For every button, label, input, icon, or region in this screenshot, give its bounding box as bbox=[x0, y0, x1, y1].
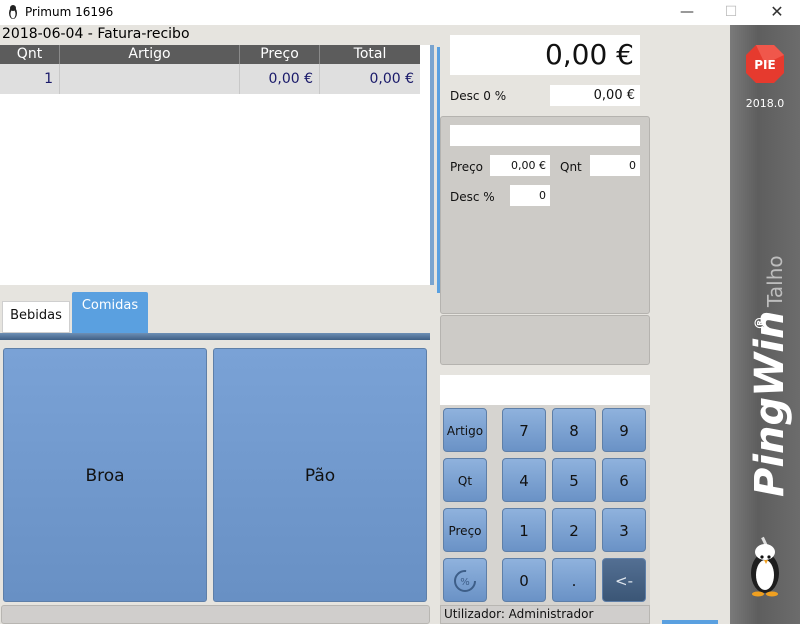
maximize-icon: ☐ bbox=[724, 4, 738, 20]
key-2[interactable]: 2 bbox=[552, 508, 596, 552]
preco-field[interactable]: 0,00 € bbox=[490, 155, 550, 176]
key-5[interactable]: 5 bbox=[552, 458, 596, 502]
minimize-button[interactable]: — bbox=[664, 0, 710, 25]
cell-artigo bbox=[60, 64, 240, 94]
key-7[interactable]: 7 bbox=[502, 408, 546, 452]
brand-registered-mark: ® bbox=[753, 316, 769, 330]
key-4[interactable]: 4 bbox=[502, 458, 546, 502]
key-dot[interactable]: . bbox=[552, 558, 596, 602]
numeric-keypad: Artigo 7 8 9 Qt 4 5 6 Preço 1 2 3 % 0 . … bbox=[440, 405, 650, 605]
key-backspace[interactable]: <- bbox=[602, 558, 646, 602]
product-button-pao[interactable]: Pão bbox=[213, 348, 427, 602]
minimize-icon: — bbox=[680, 4, 694, 20]
key-1[interactable]: 1 bbox=[502, 508, 546, 552]
close-button[interactable]: ✕ bbox=[754, 0, 800, 25]
window-titlebar: Primum 16196 — ☐ ✕ bbox=[0, 0, 800, 25]
info-panel bbox=[440, 315, 650, 365]
table-row[interactable]: 1 0,00 € 0,00 € bbox=[0, 64, 420, 94]
svg-text:%: % bbox=[460, 577, 470, 588]
column-header-total[interactable]: Total bbox=[320, 45, 420, 64]
key-preco[interactable]: Preço bbox=[443, 508, 487, 552]
tab-comidas[interactable]: Comidas bbox=[72, 292, 148, 334]
keypad-input-field[interactable] bbox=[440, 375, 650, 405]
tab-bebidas[interactable]: Bebidas bbox=[2, 301, 70, 333]
discount-value: 0,00 € bbox=[550, 85, 640, 106]
table-header: Qnt Artigo Preço Total bbox=[0, 45, 420, 64]
desc-percent-field[interactable]: 0 bbox=[510, 185, 550, 206]
brand-sidebar: PIE 2018.0 PingWin ® Talho bbox=[730, 25, 800, 624]
key-6[interactable]: 6 bbox=[602, 458, 646, 502]
product-grid: Broa Pão bbox=[0, 342, 430, 604]
item-description-field[interactable] bbox=[450, 125, 640, 146]
items-table[interactable]: Qnt Artigo Preço Total 1 0,00 € 0,00 € bbox=[0, 45, 430, 285]
table-scrollbar[interactable] bbox=[430, 45, 434, 285]
key-3[interactable]: 3 bbox=[602, 508, 646, 552]
status-user: Utilizador: Administrador bbox=[440, 605, 650, 624]
qnt-label: Qnt bbox=[560, 160, 582, 174]
qnt-field[interactable]: 0 bbox=[590, 155, 640, 176]
window-title: Primum 16196 bbox=[25, 5, 114, 19]
cell-qnt: 1 bbox=[0, 64, 60, 94]
tab-underline-bar bbox=[0, 333, 430, 340]
discount-percent-icon: % bbox=[454, 570, 476, 592]
maximize-button[interactable]: ☐ bbox=[708, 0, 754, 25]
desc-percent-label: Desc % bbox=[450, 190, 495, 204]
key-0[interactable]: 0 bbox=[502, 558, 546, 602]
brand-edition: Talho bbox=[763, 255, 787, 308]
bottom-accent bbox=[662, 620, 718, 624]
product-button-broa[interactable]: Broa bbox=[3, 348, 207, 602]
app-penguin-icon bbox=[9, 5, 17, 19]
column-header-preco[interactable]: Preço bbox=[240, 45, 320, 64]
brand-product-name: PingWin bbox=[747, 311, 793, 497]
total-display: 0,00 € bbox=[450, 35, 640, 75]
product-scroll-bar[interactable] bbox=[1, 605, 430, 624]
document-title: 2018-06-04 - Fatura-recibo bbox=[2, 26, 190, 42]
column-header-artigo[interactable]: Artigo bbox=[60, 45, 240, 64]
key-qt[interactable]: Qt bbox=[443, 458, 487, 502]
cell-preco: 0,00 € bbox=[240, 64, 320, 94]
key-discount[interactable]: % bbox=[443, 558, 487, 602]
cell-total: 0,00 € bbox=[369, 71, 414, 87]
column-header-qnt[interactable]: Qnt bbox=[0, 45, 60, 64]
line-detail-panel: Preço 0,00 € Qnt 0 Desc % 0 bbox=[440, 116, 650, 314]
key-artigo[interactable]: Artigo bbox=[443, 408, 487, 452]
key-8[interactable]: 8 bbox=[552, 408, 596, 452]
discount-label: Desc 0 % bbox=[450, 89, 507, 103]
close-icon: ✕ bbox=[770, 2, 784, 21]
penguin-butcher-icon bbox=[751, 536, 779, 597]
key-9[interactable]: 9 bbox=[602, 408, 646, 452]
preco-label: Preço bbox=[450, 160, 484, 174]
